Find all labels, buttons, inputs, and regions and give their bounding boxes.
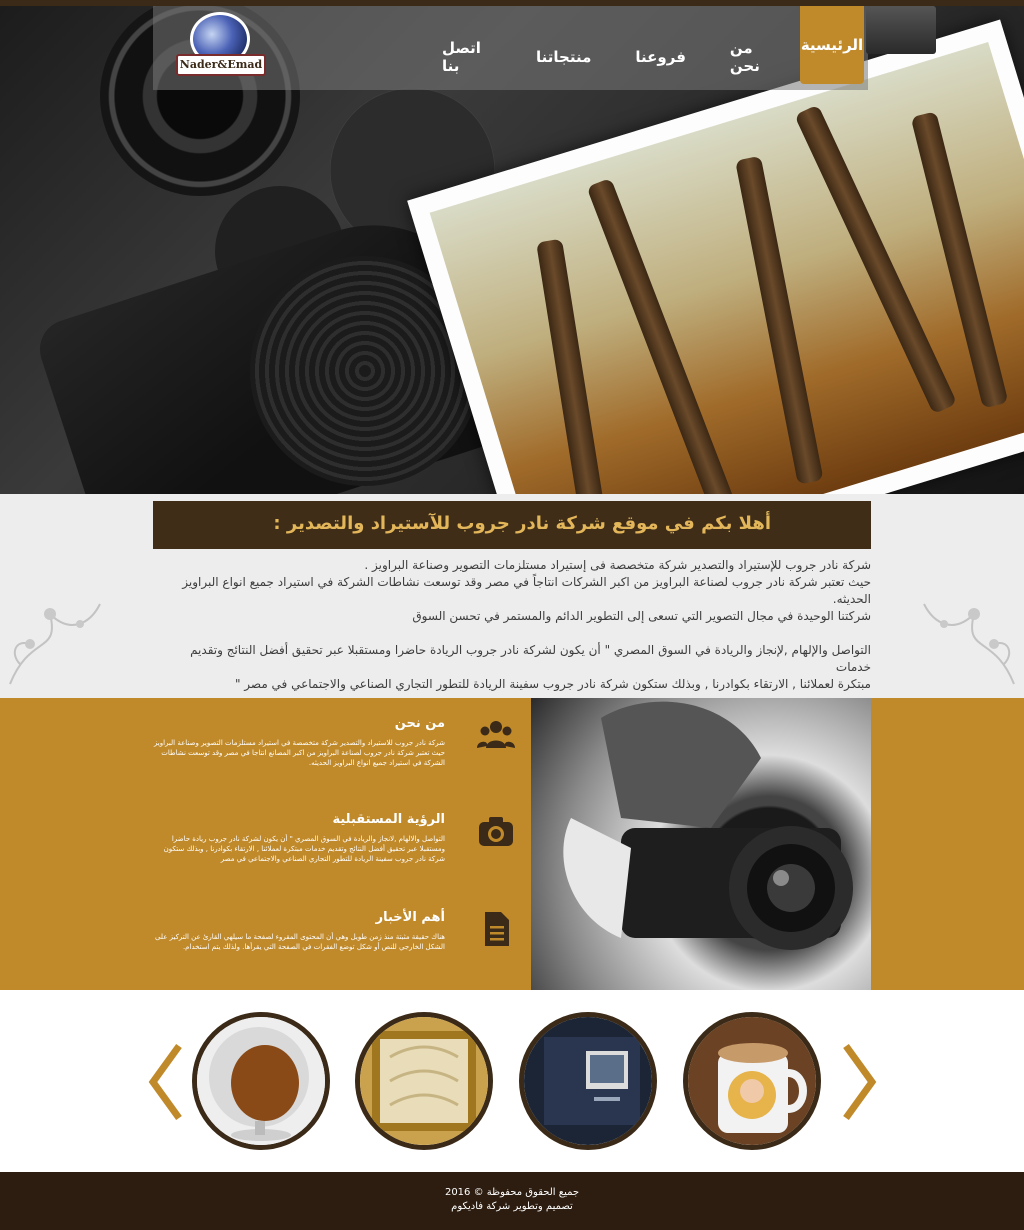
feature-about: من نحن شركة نادر جروب للاستيراد والتصدير…: [153, 716, 515, 790]
feature-title: الرؤية المستقبلية: [332, 812, 445, 827]
feature-desc: هناك حقيقة مثبتة منذ زمن طويل وهي أن الم…: [155, 933, 445, 951]
nav-item-home[interactable]: الرئيسية: [800, 6, 864, 84]
carousel-item-photo-album[interactable]: [519, 1012, 657, 1150]
feature-title: من نحن: [394, 716, 445, 731]
features-section: من نحن شركة نادر جروب للاستيراد والتصدير…: [0, 698, 1024, 990]
welcome-line: شركتنا الوحيدة في مجال التصوير التي تسعى…: [412, 609, 871, 623]
carousel-item-ball-chair[interactable]: [192, 1012, 330, 1150]
logo-text: Nader&Emad: [176, 54, 266, 76]
feature-news: أهم الأخبار هناك حقيقة مثبتة منذ زمن طوي…: [153, 910, 515, 984]
floral-ornament-icon: [923, 603, 1015, 685]
welcome-line: التواصل والإلهام ,لإنجاز والريادة في الس…: [190, 643, 871, 674]
nav-item-contact[interactable]: اتصل بنا: [420, 39, 514, 75]
welcome-title: أهلا بكم في موقع شركة نادر جروب للآستيرا…: [153, 501, 871, 549]
carousel-item-photo-mug[interactable]: [683, 1012, 821, 1150]
product-carousel: [0, 990, 1024, 1172]
welcome-body: شركة نادر جروب للإستيراد والتصدير شركة م…: [153, 557, 871, 693]
carousel-item-ornate-frame[interactable]: [355, 1012, 493, 1150]
chevron-right-icon[interactable]: [840, 1042, 880, 1122]
footer: جميع الحقوق محفوظة © 2016 تصميم وتطوير ش…: [0, 1172, 1024, 1230]
nav-item-products[interactable]: منتجاتنا: [514, 48, 613, 66]
feature-desc: التواصل والالهام ,لانجاز والريادة في الس…: [163, 835, 445, 863]
welcome-line: مبتكرة لعملائنا , الارتقاء بكوادرنا , وب…: [234, 677, 871, 691]
camera-icon: [479, 817, 513, 846]
floral-ornament-icon: [9, 603, 101, 685]
logo[interactable]: Nader&Emad: [176, 10, 266, 82]
feature-title: أهم الأخبار: [375, 910, 445, 925]
welcome-line: شركة نادر جروب للإستيراد والتصدير شركة م…: [364, 558, 871, 572]
photographer-photo: [531, 698, 871, 990]
chevron-left-icon[interactable]: [145, 1042, 185, 1122]
feature-vision: الرؤية المستقبلية التواصل والالهام ,لانج…: [153, 812, 515, 886]
copyright-text: جميع الحقوق محفوظة © 2016: [444, 1187, 580, 1198]
nav-item-branches[interactable]: فروعنا: [613, 48, 707, 66]
users-icon: [477, 721, 515, 748]
feature-desc: شركة نادر جروب للاستيراد والتصدير شركة م…: [153, 739, 445, 767]
credit-text[interactable]: تصميم وتطوير شركة فاديكوم: [0, 1200, 1024, 1214]
flash-graphic: [866, 6, 936, 54]
welcome-line: حيث تعتبر شركة نادر جروب لصناعة البراويز…: [182, 575, 871, 606]
document-icon: [485, 912, 509, 946]
welcome-section: أهلا بكم في موقع شركة نادر جروب للآستيرا…: [0, 494, 1024, 698]
forest-photo: [407, 19, 1024, 494]
main-nav: من نحن فروعنا منتجاتنا اتصل بنا: [420, 37, 799, 77]
nav-item-about[interactable]: من نحن: [708, 39, 799, 75]
